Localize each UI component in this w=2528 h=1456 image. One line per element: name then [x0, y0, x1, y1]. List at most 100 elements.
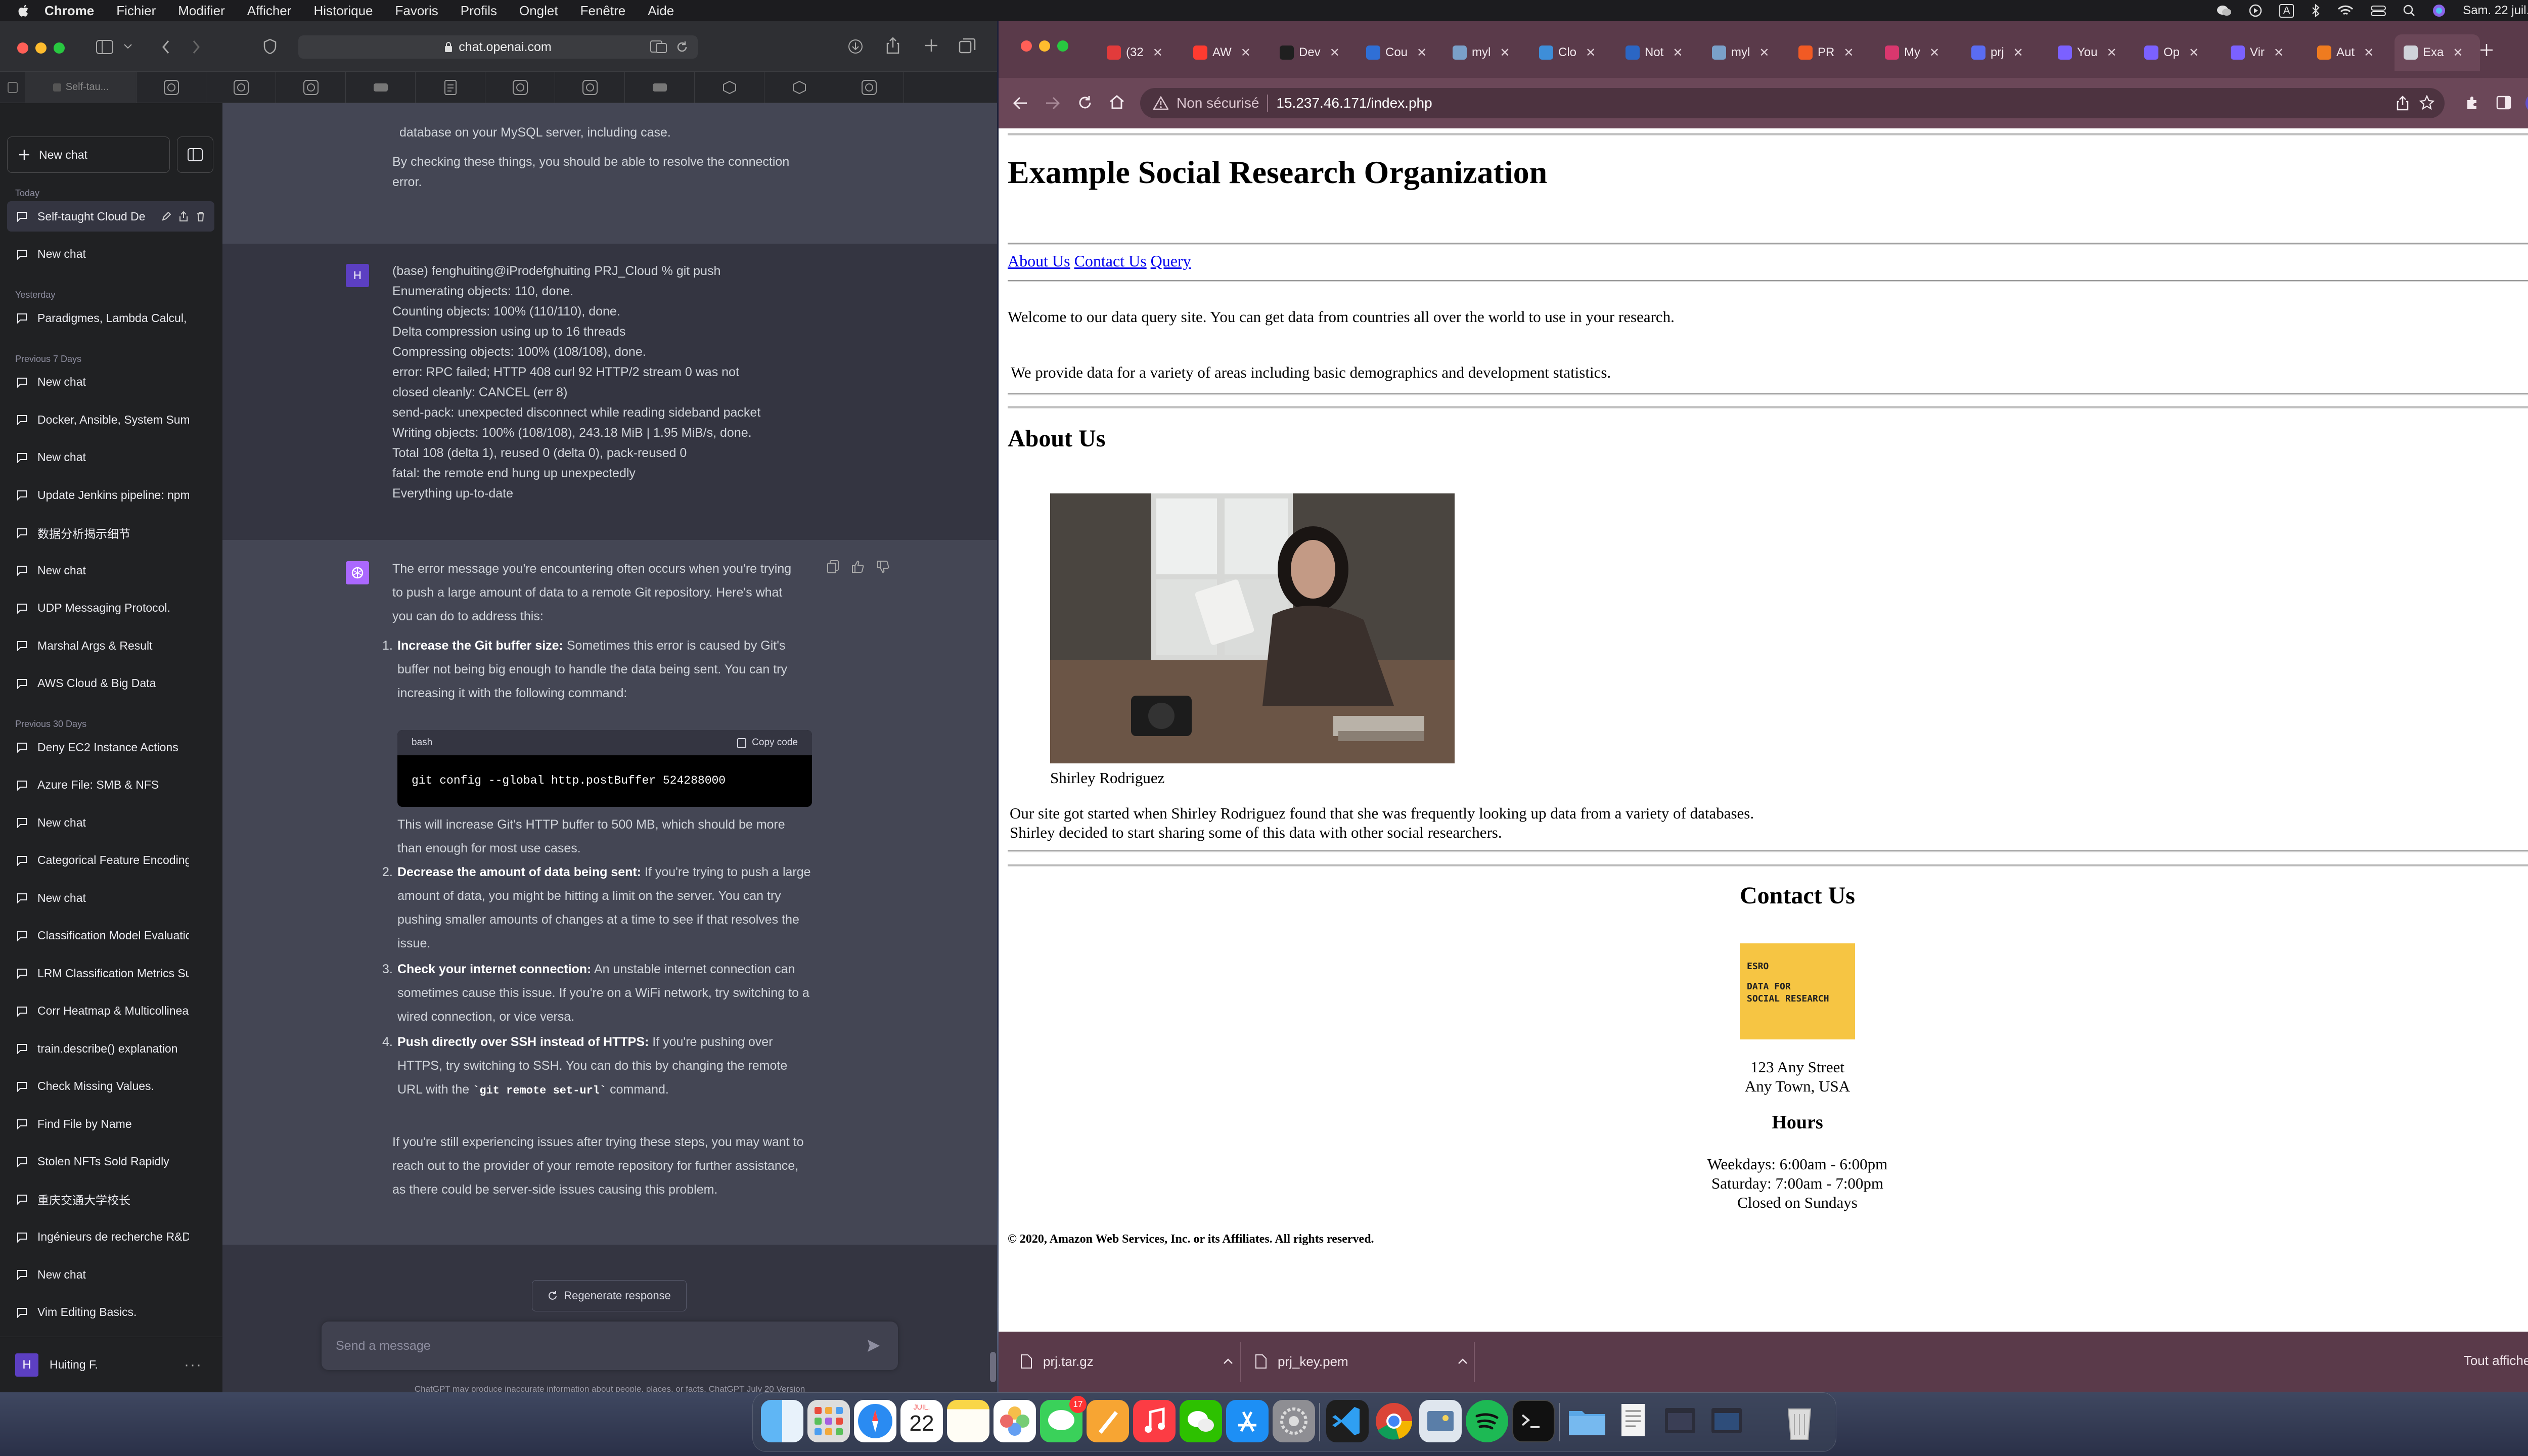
new-tab-icon[interactable] — [2480, 43, 2493, 57]
wifi-icon[interactable] — [2337, 5, 2354, 17]
window-minimize-button[interactable] — [35, 42, 47, 54]
bookmark-star-icon[interactable] — [2419, 95, 2434, 110]
tab-openai-5[interactable] — [555, 71, 625, 103]
sidebar-chat-item[interactable]: 数据分析揭示细节 — [7, 518, 214, 548]
window-minimize-button[interactable] — [1039, 40, 1050, 52]
tab-self-taught[interactable]: Self-tau... — [25, 71, 137, 103]
copy-icon[interactable] — [827, 560, 839, 573]
new-tab-icon[interactable] — [924, 38, 938, 53]
sidebar-chat-item[interactable]: New chat — [7, 555, 214, 585]
chevron-down-icon[interactable] — [123, 43, 132, 50]
sidebar-chat-item[interactable]: Update Jenkins pipeline: npm — [7, 480, 214, 510]
version-link[interactable]: ChatGPT July 20 Version — [709, 1384, 805, 1392]
back-icon[interactable] — [161, 39, 171, 55]
chrome-tab[interactable]: Dev ✕ — [1271, 34, 1356, 71]
nav-about-us-link[interactable]: About Us — [1008, 252, 1070, 270]
nav-contact-us-link[interactable]: Contact Us — [1074, 252, 1147, 270]
show-all-downloads-button[interactable]: Tout afficher — [2464, 1353, 2528, 1369]
sidebar-chat-item[interactable]: Marshal Args & Result — [7, 630, 214, 661]
sidebar-chat-item[interactable]: 重庆交通大学校长 — [7, 1184, 214, 1214]
chevron-up-icon[interactable] — [1458, 1358, 1468, 1364]
back-icon[interactable] — [1013, 96, 1028, 110]
tab-openai-6[interactable] — [834, 71, 904, 103]
menu-item-fichier[interactable]: Fichier — [116, 3, 156, 19]
share-icon[interactable] — [179, 211, 188, 221]
chrome-tab[interactable]: Cou ✕ — [1357, 34, 1442, 71]
tab-video-2[interactable] — [625, 71, 695, 103]
sidebar-chat-item[interactable]: New chat — [7, 442, 214, 473]
search-status-icon[interactable] — [2403, 5, 2415, 17]
delete-icon[interactable] — [196, 211, 205, 221]
message-input[interactable]: Send a message — [322, 1322, 898, 1370]
user-menu[interactable]: H Huiting F. ··· — [0, 1337, 222, 1392]
sidebar-chat-item[interactable]: Check Missing Values. — [7, 1071, 214, 1102]
bluetooth-icon[interactable] — [2311, 4, 2320, 18]
chrome-tab[interactable]: Op ✕ — [2135, 34, 2221, 71]
sidebar-toggle-icon[interactable] — [96, 39, 114, 55]
window-zoom-button[interactable] — [54, 42, 65, 54]
scrollbar[interactable] — [990, 1352, 996, 1382]
thumbs-up-icon[interactable] — [851, 560, 865, 573]
tab-package-2[interactable] — [764, 71, 834, 103]
reload-icon[interactable] — [1077, 95, 1093, 110]
menu-item-profils[interactable]: Profils — [461, 3, 497, 19]
edit-icon[interactable] — [162, 212, 171, 221]
sidebar-chat-item[interactable]: Ingénieurs de recherche R&D — [7, 1222, 214, 1252]
sidebar-chat-item[interactable]: Paradigmes, Lambda Calcul, S — [7, 303, 214, 333]
safari-icon[interactable] — [854, 1400, 896, 1442]
menu-item-fenetre[interactable]: Fenêtre — [580, 3, 626, 19]
chrome-tab[interactable]: Clo ✕ — [1530, 34, 1615, 71]
sidebar-chat-item[interactable]: Deny EC2 Instance Actions — [7, 732, 214, 762]
sidebar-chat-item[interactable]: Categorical Feature Encoding — [7, 845, 214, 876]
app-store-icon[interactable] — [1226, 1400, 1269, 1442]
chrome-tab[interactable]: You ✕ — [2049, 34, 2134, 71]
tab-overview-icon[interactable] — [959, 37, 976, 55]
chrome-tab[interactable]: AW ✕ — [1184, 34, 1270, 71]
folder-icon[interactable] — [1566, 1400, 1608, 1442]
document-icon[interactable] — [1612, 1400, 1655, 1442]
close-icon[interactable]: ✕ — [2274, 46, 2284, 60]
not-secure-label[interactable]: Non sécurisé — [1177, 95, 1259, 111]
keyboard-input-indicator[interactable]: A — [2279, 4, 2294, 18]
close-icon[interactable]: ✕ — [2107, 46, 2117, 60]
close-icon[interactable]: ✕ — [2189, 46, 2199, 60]
download-icon[interactable] — [847, 38, 864, 55]
close-icon[interactable]: ✕ — [1330, 46, 1340, 60]
chrome-tab[interactable]: myl ✕ — [1443, 34, 1529, 71]
home-icon[interactable] — [1109, 94, 1125, 110]
close-icon[interactable]: ✕ — [1417, 46, 1427, 60]
thumbs-down-icon[interactable] — [877, 560, 890, 573]
terminal-icon[interactable] — [1512, 1400, 1555, 1442]
chevron-up-icon[interactable] — [1223, 1358, 1233, 1364]
tab-document[interactable] — [416, 71, 485, 103]
menu-app-name[interactable]: Chrome — [44, 3, 94, 19]
sidebar-chat-item[interactable]: Azure File: SMB & NFS — [7, 770, 214, 800]
trash-icon[interactable] — [1779, 1400, 1820, 1442]
wechat-status-icon[interactable] — [2217, 4, 2232, 17]
share-icon[interactable] — [2396, 95, 2409, 111]
side-panel-icon[interactable] — [2496, 95, 2511, 110]
menu-item-favoris[interactable]: Favoris — [395, 3, 438, 19]
close-icon[interactable]: ✕ — [1759, 46, 1769, 60]
sidebar-chat-item[interactable]: Corr Heatmap & Multicollinea — [7, 996, 214, 1026]
window-close-button[interactable] — [1021, 40, 1032, 52]
close-icon[interactable]: ✕ — [1929, 46, 1939, 60]
chrome-tab[interactable]: PR ✕ — [1789, 34, 1875, 71]
chrome-tab[interactable]: My ✕ — [1876, 34, 1961, 71]
sidebar-chat-item[interactable]: Docker, Ansible, System Sum — [7, 404, 214, 435]
tab-openai-2[interactable] — [206, 71, 276, 103]
send-icon[interactable] — [867, 1339, 881, 1353]
profile-avatar[interactable]: H — [2525, 93, 2528, 113]
window-zoom-button[interactable] — [1057, 40, 1068, 52]
spotify-icon[interactable] — [1466, 1400, 1508, 1442]
chrome-icon[interactable] — [1373, 1400, 1415, 1442]
pages-icon[interactable] — [1087, 1400, 1129, 1442]
menu-clock[interactable]: Sam. 22 juil. à 22:38 — [2463, 4, 2528, 18]
siri-icon[interactable] — [2432, 4, 2446, 17]
regenerate-response-button[interactable]: Regenerate response — [532, 1280, 687, 1311]
forward-icon[interactable] — [191, 39, 201, 55]
address-bar[interactable]: chat.openai.com — [298, 35, 698, 59]
tab-openai-1[interactable] — [137, 71, 206, 103]
more-options-icon[interactable]: ··· — [184, 1356, 202, 1374]
sidebar-chat-item[interactable]: New chat — [7, 367, 214, 397]
